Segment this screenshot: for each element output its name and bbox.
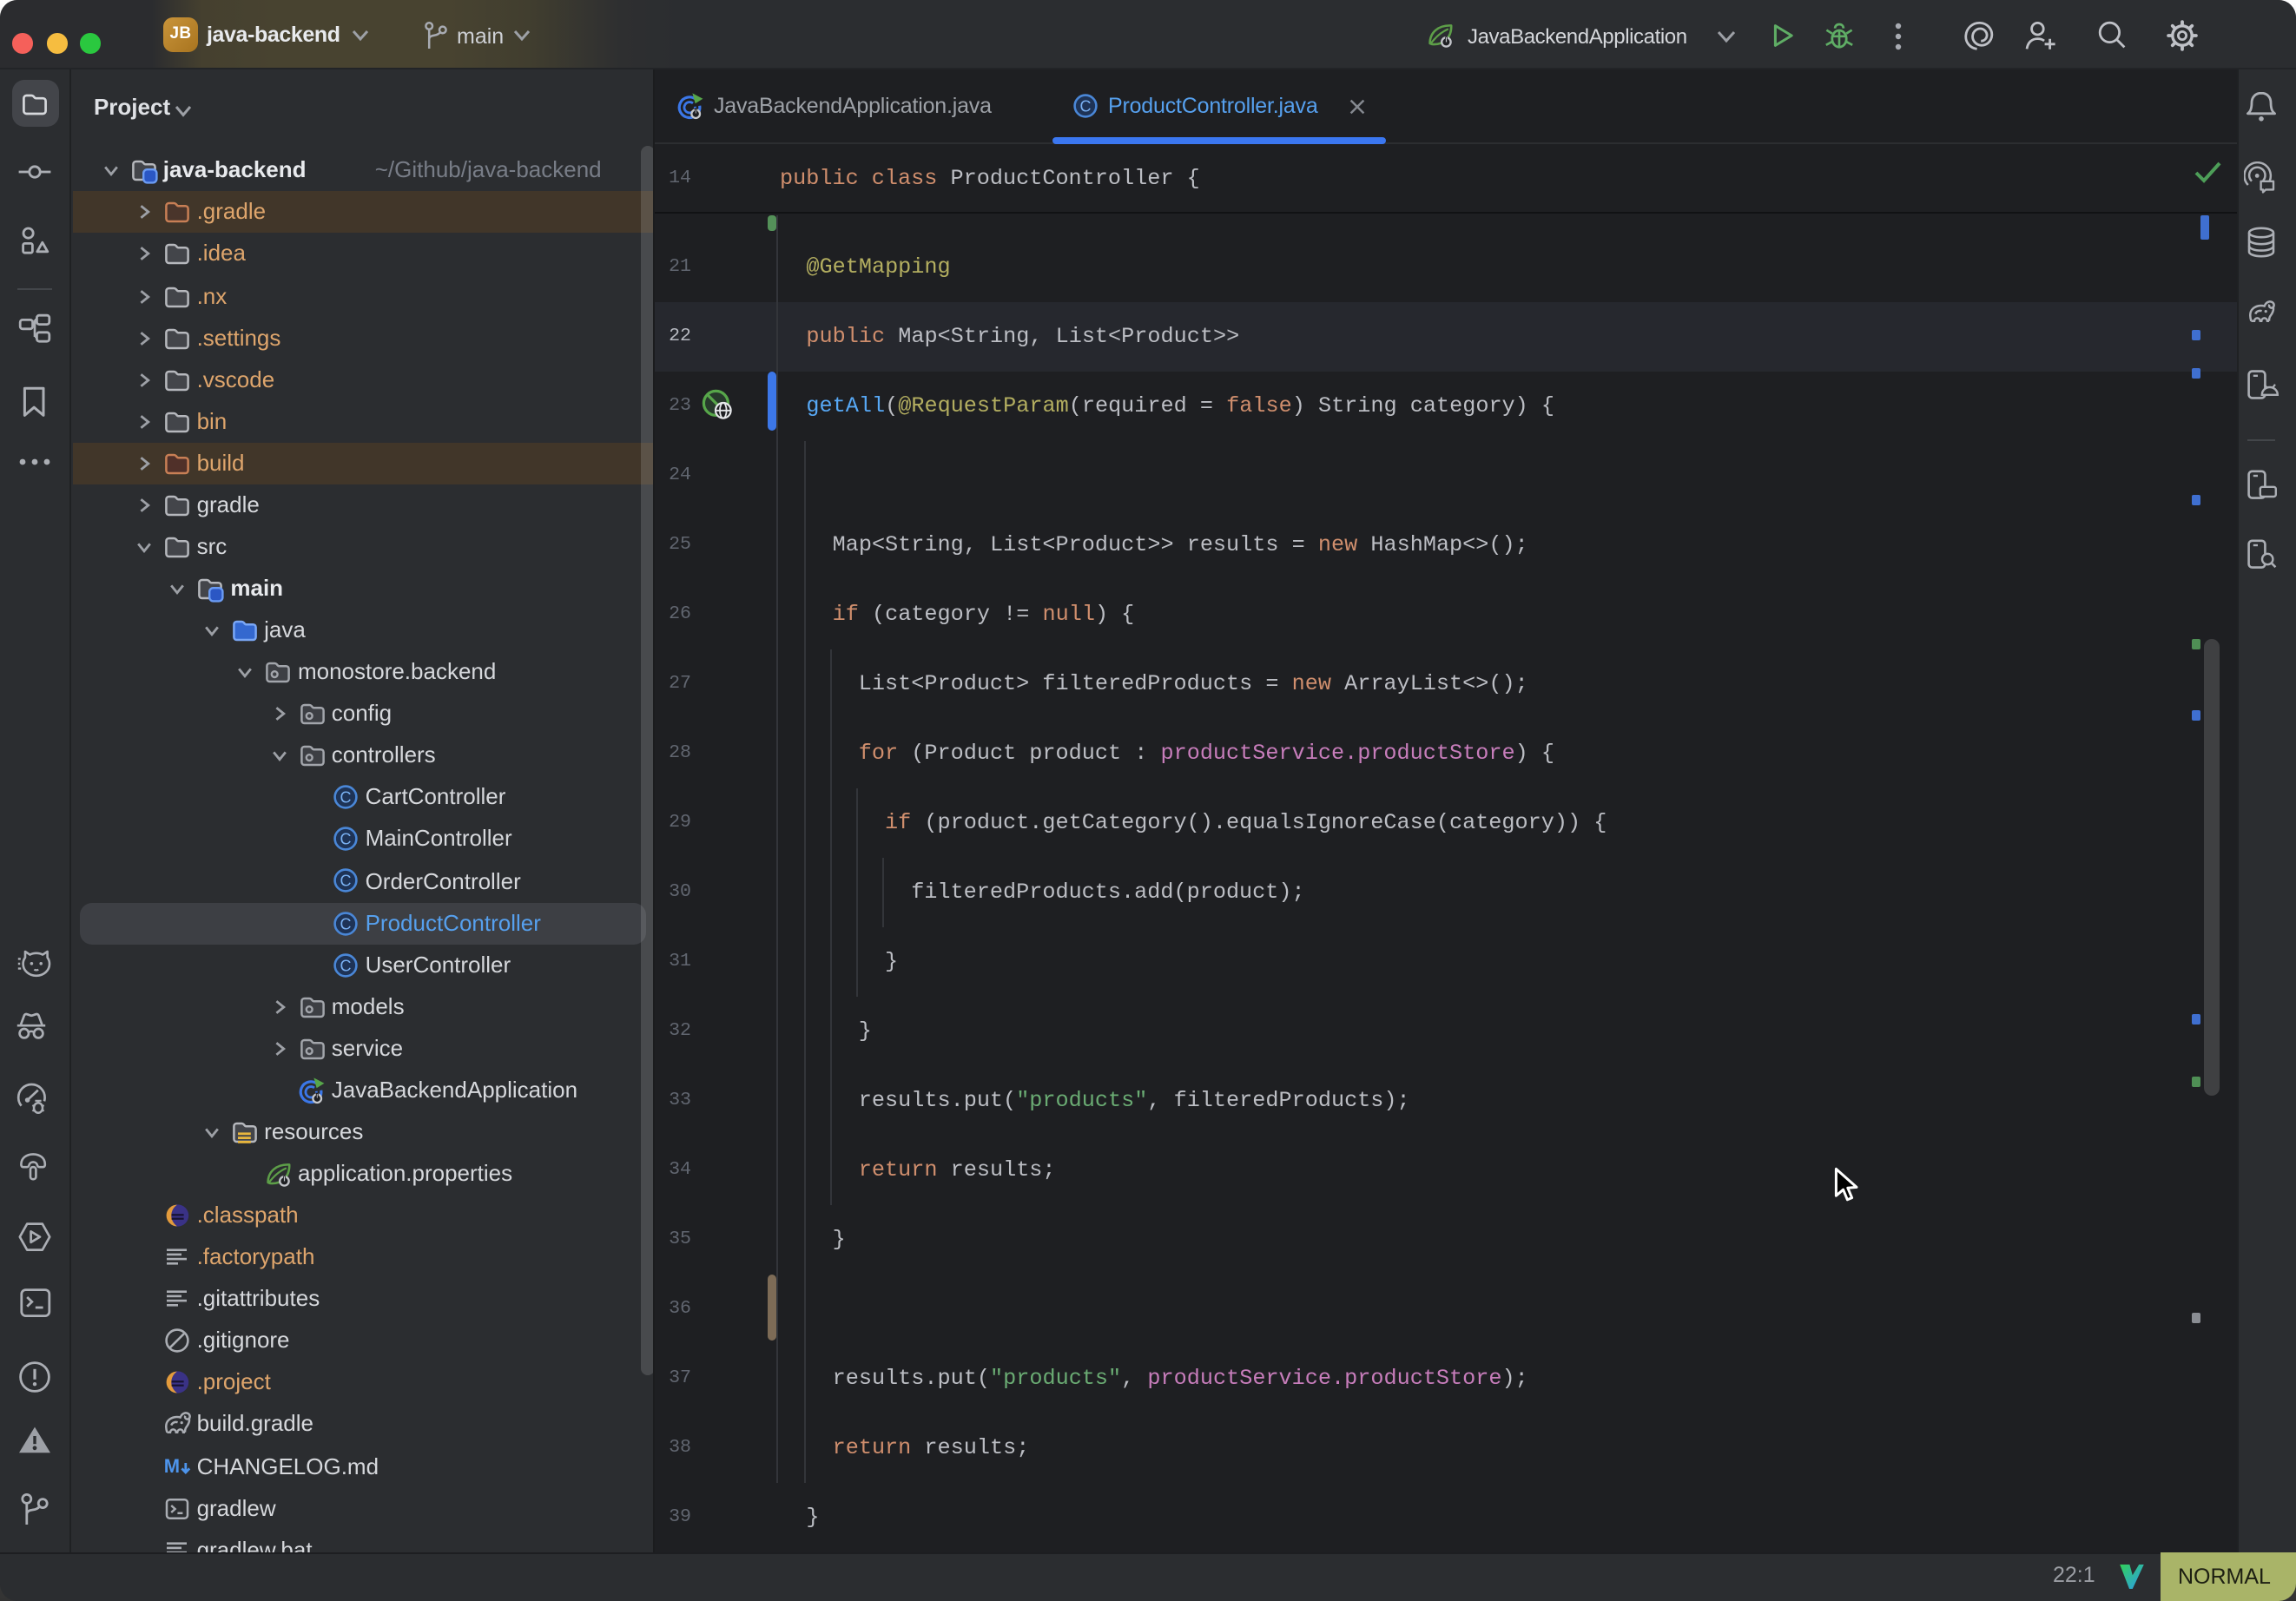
svg-text:C: C xyxy=(340,831,351,848)
svg-text:C: C xyxy=(340,789,351,807)
svg-text:C: C xyxy=(340,873,351,890)
svg-text:C: C xyxy=(340,957,351,974)
svg-text:M: M xyxy=(164,1456,180,1478)
svg-text:C: C xyxy=(340,914,351,932)
svg-text:C: C xyxy=(1080,97,1092,115)
